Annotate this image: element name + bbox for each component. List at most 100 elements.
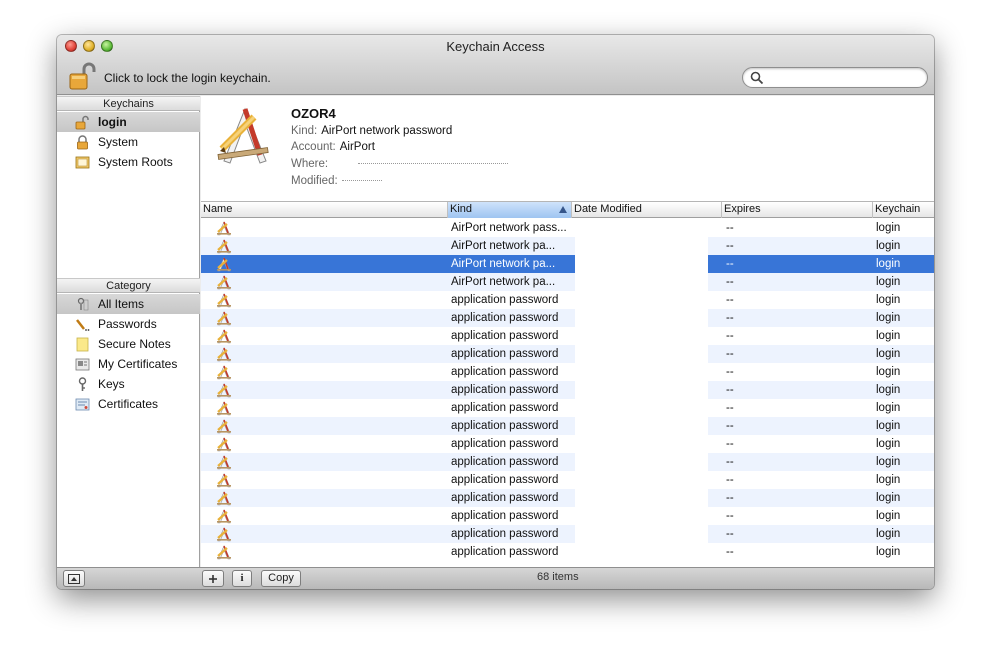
table-row[interactable]: application password -- login (201, 471, 934, 489)
redacted-date-modified (575, 327, 708, 345)
row-expires: -- (726, 528, 734, 540)
lock-icon (75, 135, 90, 150)
keychains-header: Keychains (57, 96, 200, 111)
items-table: Name Kind Date Modified Expires Keychain… (201, 202, 934, 567)
my-certificates-icon (75, 357, 90, 372)
row-expires: -- (726, 348, 734, 360)
table-row[interactable]: application password -- login (201, 543, 934, 561)
sidebar-item-secure-notes[interactable]: Secure Notes (57, 334, 200, 354)
row-expires: -- (726, 546, 734, 558)
table-row[interactable]: application password -- login (201, 525, 934, 543)
redacted-date-modified (575, 291, 708, 309)
modified-row: Modified: (291, 175, 382, 187)
table-row[interactable]: application password -- login (201, 417, 934, 435)
sidebar-item-label: Certificates (98, 397, 159, 411)
table-row[interactable]: application password -- login (201, 291, 934, 309)
search-input[interactable] (767, 70, 917, 85)
sidebar-item-keys[interactable]: Keys (57, 374, 200, 394)
redacted-date-modified (575, 453, 708, 471)
sidebar-item-system-roots[interactable]: System Roots (57, 152, 200, 172)
row-kind: application password (451, 366, 559, 378)
open-lock-icon[interactable] (67, 61, 97, 91)
sidebar-item-system[interactable]: System (57, 132, 200, 152)
row-keychain: login (876, 546, 901, 558)
redacted-date-modified (575, 543, 708, 561)
row-expires: -- (726, 258, 734, 270)
sidebar-item-label: My Certificates (98, 357, 178, 371)
where-label: Where: (291, 158, 329, 170)
open-lock-icon (75, 115, 90, 130)
row-keychain: login (876, 276, 901, 288)
sidebar-item-all-items[interactable]: All Items (57, 294, 200, 314)
add-item-button[interactable] (202, 570, 224, 587)
redacted-where-value (358, 162, 509, 165)
redacted-date-modified (575, 237, 708, 255)
row-keychain: login (876, 366, 901, 378)
row-expires: -- (726, 492, 734, 504)
application-password-icon (215, 309, 235, 327)
row-kind: application password (451, 402, 559, 414)
search-icon (750, 71, 764, 85)
application-password-icon (215, 543, 235, 561)
row-keychain: login (876, 258, 901, 270)
application-password-icon (215, 291, 235, 309)
row-keychain: login (876, 240, 901, 252)
sidebar-item-my-certificates[interactable]: My Certificates (57, 354, 200, 374)
column-header-kind[interactable]: Kind (448, 202, 572, 218)
column-header-date-modified[interactable]: Date Modified (572, 202, 722, 218)
application-password-icon (215, 237, 235, 255)
key-icon (75, 377, 90, 392)
table-row[interactable]: application password -- login (201, 489, 934, 507)
sidebar-item-label: login (98, 115, 127, 129)
table-row[interactable]: AirPort network pass... -- login (201, 219, 934, 237)
row-expires: -- (726, 474, 734, 486)
table-row[interactable]: application password -- login (201, 381, 934, 399)
table-row[interactable]: AirPort network pa... -- login (201, 273, 934, 291)
table-body: AirPort network pass... -- login AirPort ne… (201, 219, 934, 567)
sidebar-item-passwords[interactable]: Passwords (57, 314, 200, 334)
table-row[interactable]: application password -- login (201, 363, 934, 381)
table-row[interactable]: application password -- login (201, 453, 934, 471)
row-kind: application password (451, 456, 559, 468)
item-name: OZOR4 (291, 106, 336, 121)
certificate-icon (75, 397, 90, 412)
table-row[interactable]: application password -- login (201, 435, 934, 453)
table-row[interactable]: application password -- login (201, 327, 934, 345)
table-header: Name Kind Date Modified Expires Keychain (201, 202, 934, 218)
application-password-icon (215, 255, 235, 273)
table-row[interactable]: application password -- login (201, 345, 934, 363)
row-keychain: login (876, 330, 901, 342)
column-header-name[interactable]: Name (201, 202, 448, 218)
title-bar: Keychain Access Click to lock the login … (57, 35, 934, 95)
copy-button[interactable]: Copy (261, 570, 301, 587)
column-header-expires[interactable]: Expires (722, 202, 873, 218)
row-keychain: login (876, 456, 901, 468)
get-info-button[interactable]: i (232, 570, 252, 587)
application-password-icon (215, 489, 235, 507)
table-row[interactable]: application password -- login (201, 507, 934, 525)
row-expires: -- (726, 384, 734, 396)
redacted-date-modified (575, 435, 708, 453)
sidebar-item-login[interactable]: login (57, 112, 200, 132)
sidebar-item-label: Passwords (98, 317, 157, 331)
redacted-date-modified (575, 381, 708, 399)
sidebar-item-certificates[interactable]: Certificates (57, 394, 200, 414)
table-row[interactable]: AirPort network pa... -- login (201, 255, 934, 273)
column-header-keychain[interactable]: Keychain (873, 202, 934, 218)
redacted-date-modified (575, 345, 708, 363)
kind-label: Kind: (291, 125, 318, 137)
table-row[interactable]: AirPort network pa... -- login (201, 237, 934, 255)
search-field[interactable] (742, 67, 928, 88)
row-expires: -- (726, 276, 734, 288)
row-kind: application password (451, 312, 559, 324)
row-kind: AirPort network pa... (451, 258, 556, 270)
row-kind: application password (451, 294, 559, 306)
table-row[interactable]: application password -- login (201, 309, 934, 327)
row-keychain: login (876, 348, 901, 360)
application-password-icon (215, 399, 235, 417)
show-keychains-button[interactable] (63, 570, 85, 587)
table-row[interactable]: application password -- login (201, 399, 934, 417)
row-kind: application password (451, 438, 559, 450)
application-password-icon (215, 327, 235, 345)
row-expires: -- (726, 294, 734, 306)
